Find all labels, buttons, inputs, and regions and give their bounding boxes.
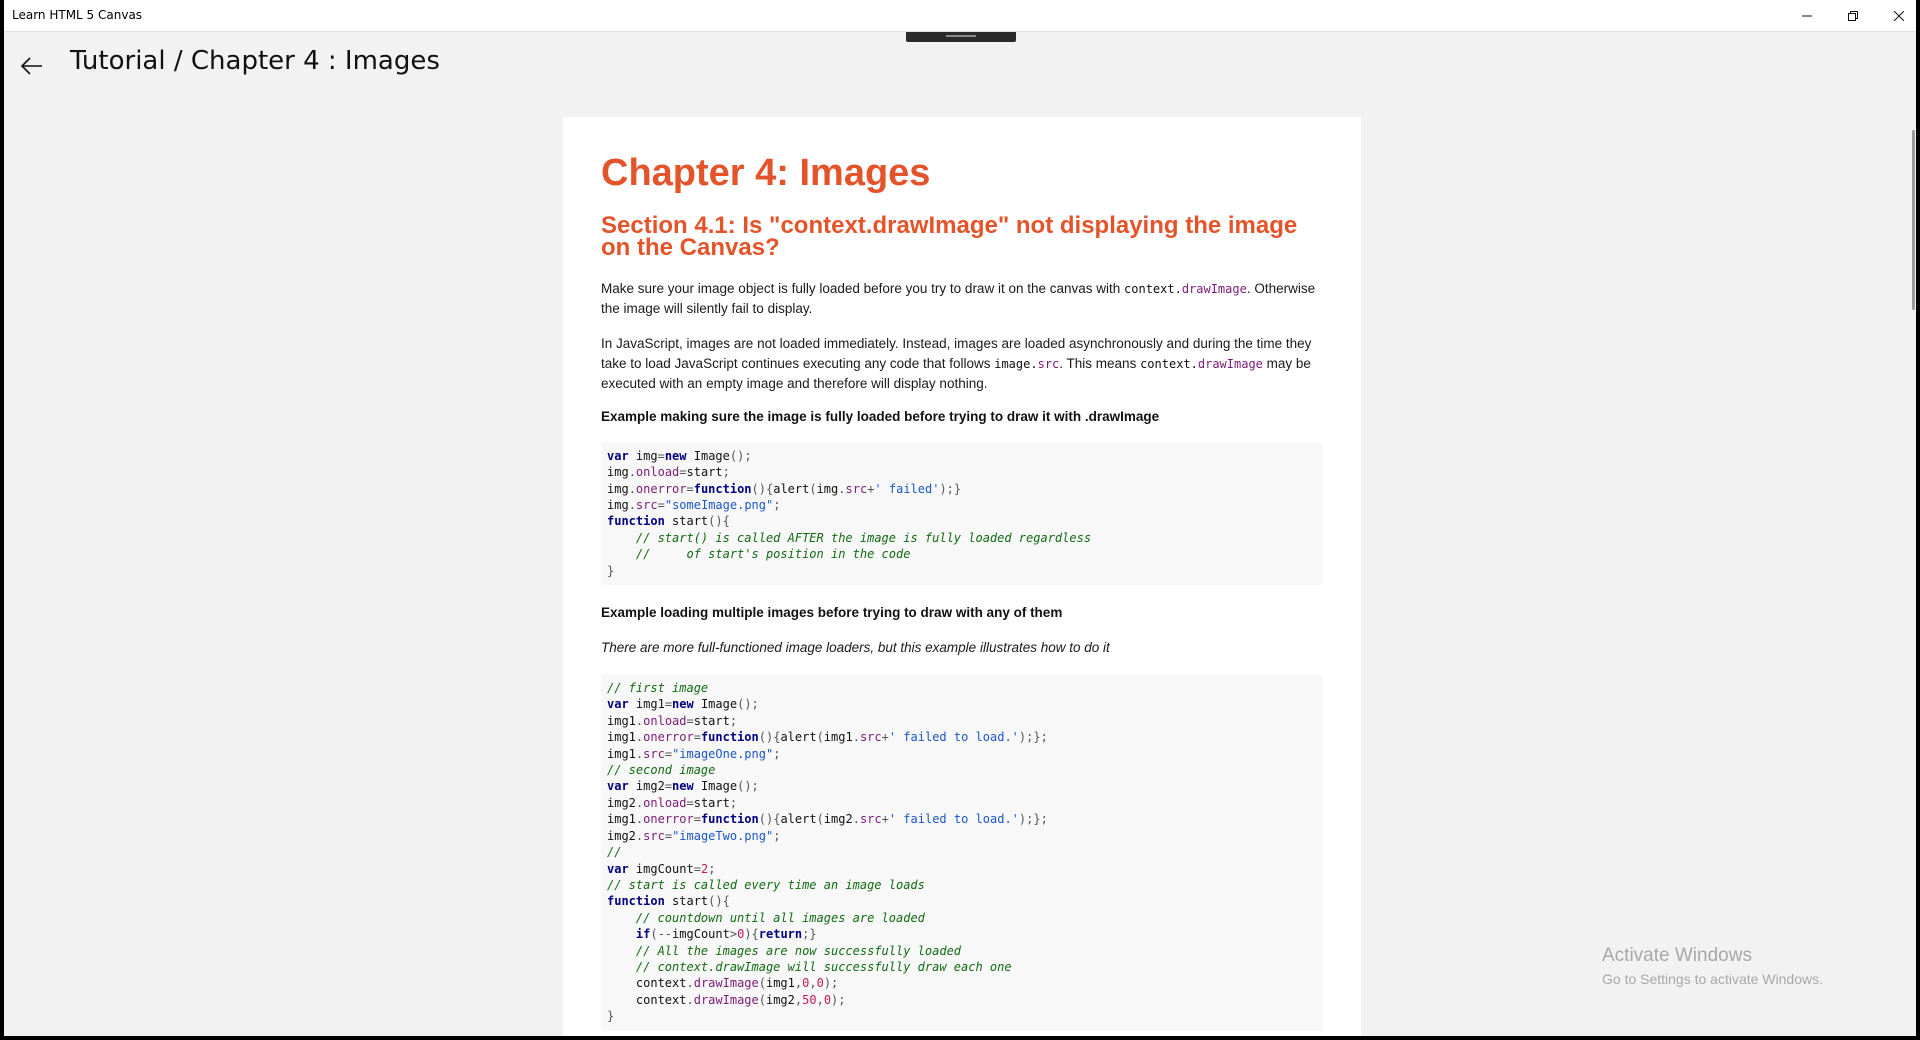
example-2-heading: Example loading multiple images before t…: [601, 605, 1063, 621]
inline-code-object: context.: [1124, 281, 1182, 296]
paragraph-text: Make sure your image object is fully loa…: [601, 280, 1125, 296]
restore-icon: [1848, 11, 1858, 21]
chapter-title: Chapter 4: Images: [601, 152, 931, 194]
minimize-icon: [1802, 15, 1812, 17]
watermark-subtitle: Go to Settings to activate Windows.: [1602, 971, 1823, 987]
inline-code-property: drawImage: [1181, 281, 1247, 296]
page-title: Tutorial / Chapter 4 : Images: [70, 46, 440, 76]
title-bar: Learn HTML 5 Canvas: [4, 0, 1916, 32]
code-block-2[interactable]: // first image var img1=new Image(); img…: [601, 674, 1323, 1031]
close-icon: [1894, 11, 1904, 21]
activation-watermark: Activate Windows Go to Settings to activ…: [1602, 945, 1823, 987]
paragraph-text: . This means: [1059, 355, 1141, 371]
minimize-button[interactable]: [1784, 0, 1830, 32]
page-header: Tutorial / Chapter 4 : Images: [4, 40, 1916, 88]
inline-code: context.drawImage: [1140, 357, 1263, 371]
section-title: Section 4.1: Is "context.drawImage" not …: [601, 211, 1298, 261]
paragraph-2: In JavaScript, images are not loaded imm…: [601, 334, 1323, 394]
code-block-1[interactable]: var img=new Image(); img.onload=start; i…: [601, 441, 1323, 586]
app-window: Learn HTML 5 Canvas Tutorial / Chapter 4…: [4, 0, 1916, 1036]
watermark-title: Activate Windows: [1602, 945, 1752, 966]
inline-code: context.drawImage: [1124, 282, 1247, 296]
restore-button[interactable]: [1830, 0, 1876, 32]
back-button[interactable]: [12, 46, 52, 86]
inline-code-property: src: [1037, 356, 1060, 371]
close-button[interactable]: [1876, 0, 1916, 32]
vertical-scrollbar[interactable]: [1912, 130, 1915, 310]
inline-code-object: context.: [1140, 356, 1198, 371]
inline-code: image.src: [994, 357, 1059, 371]
article-content: Chapter 4: Images Section 4.1: Is "conte…: [563, 117, 1361, 1036]
example-1-heading: Example making sure the image is fully l…: [601, 408, 1160, 424]
arrow-left-icon: [21, 57, 42, 75]
inline-code-object: image.: [994, 356, 1038, 371]
paragraph-1: Make sure your image object is fully loa…: [601, 279, 1323, 319]
inline-code-property: drawImage: [1197, 356, 1263, 371]
app-title: Learn HTML 5 Canvas: [12, 8, 143, 22]
example-2-note: There are more full-functioned image loa…: [601, 640, 1110, 656]
